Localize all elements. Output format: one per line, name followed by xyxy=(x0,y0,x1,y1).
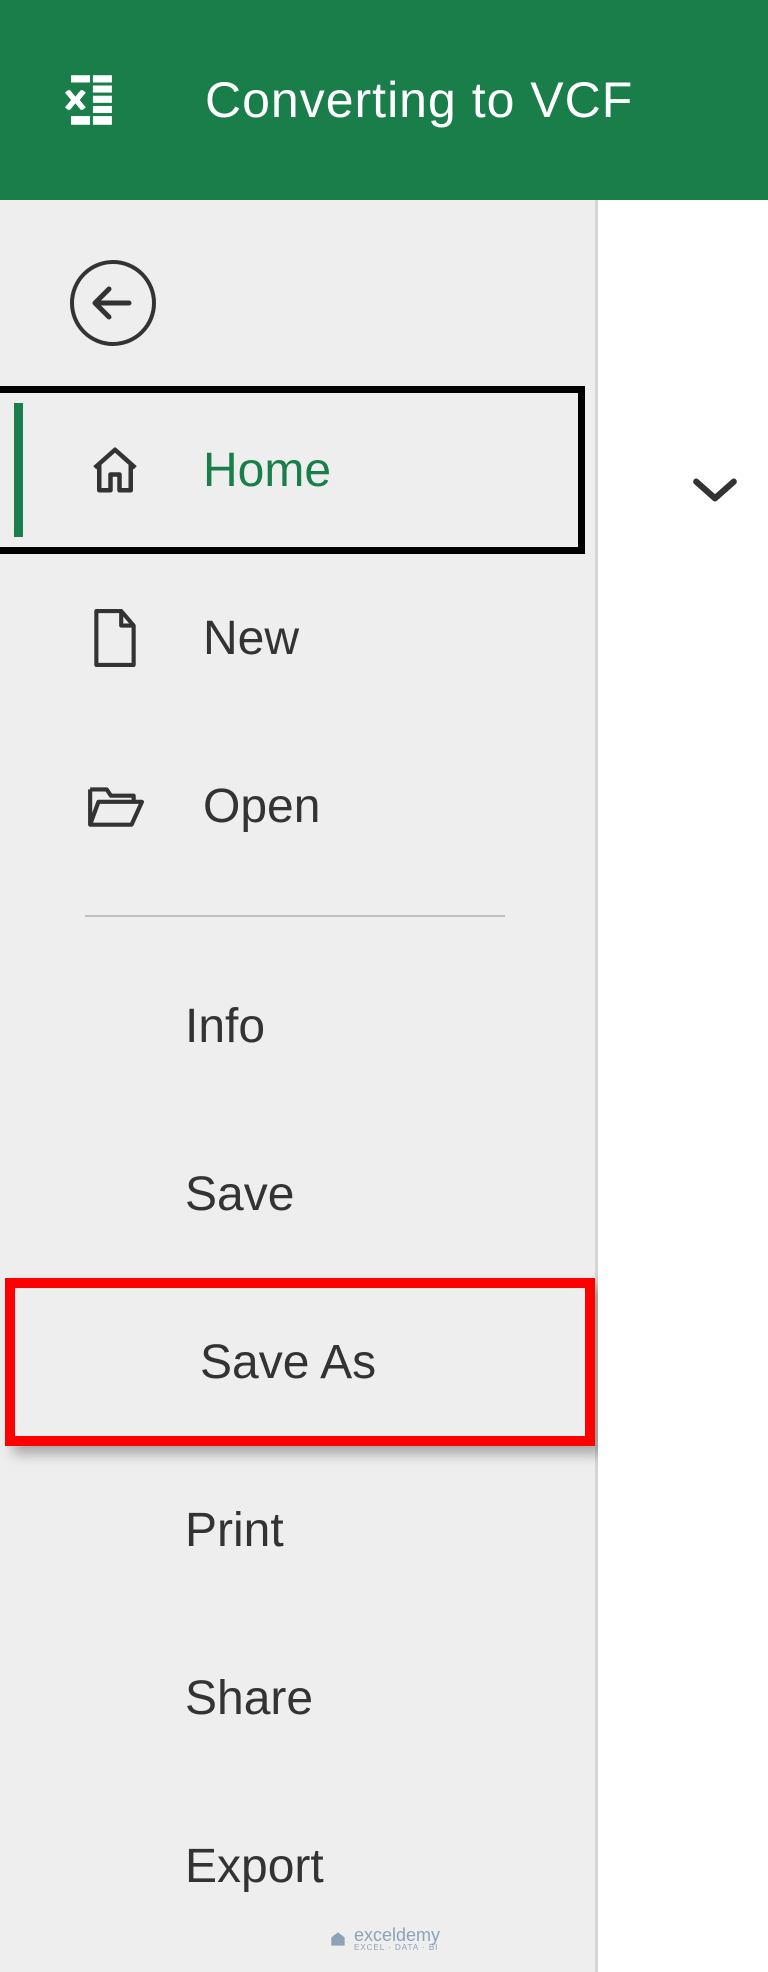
menu-item-save-as[interactable]: Save As xyxy=(5,1278,595,1446)
file-menu-sidebar: Home New Open Info Save xyxy=(0,200,598,1972)
menu-label-open: Open xyxy=(203,779,320,834)
document-icon xyxy=(85,608,145,668)
right-panel xyxy=(598,200,768,1972)
watermark-tagline: EXCEL · DATA · BI xyxy=(354,1944,440,1952)
menu-label-save-as: Save As xyxy=(200,1335,376,1390)
menu-item-new[interactable]: New xyxy=(0,554,595,722)
folder-open-icon xyxy=(85,776,145,836)
menu-item-info[interactable]: Info xyxy=(0,942,595,1110)
arrow-left-icon xyxy=(89,279,137,327)
watermark-brand: exceldemy xyxy=(354,1926,440,1944)
menu-label-share: Share xyxy=(185,1671,313,1726)
menu-item-open[interactable]: Open xyxy=(0,722,595,890)
menu-divider xyxy=(85,915,505,917)
menu-label-save: Save xyxy=(185,1167,294,1222)
home-icon xyxy=(85,440,145,500)
menu-label-new: New xyxy=(203,611,299,666)
menu-item-export[interactable]: Export xyxy=(0,1782,595,1950)
content-area: Home New Open Info Save xyxy=(0,200,768,1972)
menu-label-home: Home xyxy=(203,443,331,498)
menu-item-print[interactable]: Print xyxy=(0,1446,595,1614)
excel-logo-icon xyxy=(55,65,125,135)
expand-chevron[interactable] xyxy=(690,475,740,510)
menu-item-home[interactable]: Home xyxy=(0,386,585,554)
menu-label-export: Export xyxy=(185,1839,324,1894)
menu-item-save[interactable]: Save xyxy=(0,1110,595,1278)
menu-label-print: Print xyxy=(185,1503,284,1558)
menu-label-info: Info xyxy=(185,999,265,1054)
back-button[interactable] xyxy=(70,260,156,346)
chevron-down-icon xyxy=(690,475,740,505)
watermark: exceldemy EXCEL · DATA · BI xyxy=(328,1926,440,1952)
titlebar: Converting to VCF xyxy=(0,0,768,200)
watermark-icon xyxy=(328,1929,348,1949)
document-title: Converting to VCF xyxy=(205,71,633,129)
menu-item-share[interactable]: Share xyxy=(0,1614,595,1782)
